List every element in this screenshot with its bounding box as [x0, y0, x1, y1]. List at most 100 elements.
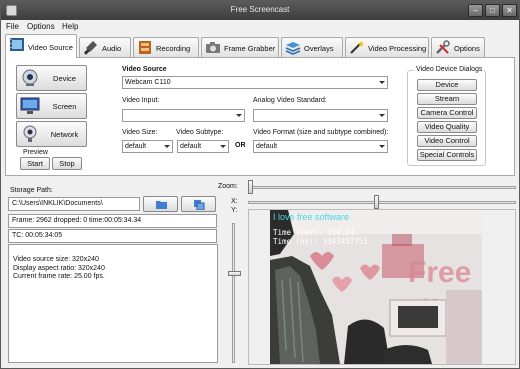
- or-label: OR: [235, 142, 246, 149]
- tab-label: Recording: [156, 44, 191, 53]
- slider-track: [248, 201, 516, 204]
- video-size-value: default: [125, 143, 147, 150]
- video-input-label: Video Input:: [122, 97, 160, 104]
- network-source-button[interactable]: Network: [16, 121, 87, 147]
- stop-button[interactable]: Stop: [52, 157, 82, 170]
- tab-video-source[interactable]: Video Source: [5, 34, 77, 58]
- overlay-title: I love free software: [273, 212, 350, 222]
- video-subtype-select[interactable]: default: [177, 140, 229, 153]
- chevron-down-icon: [220, 145, 226, 148]
- menu-options[interactable]: Options: [27, 22, 55, 31]
- dialog-device-button[interactable]: Device: [417, 79, 477, 91]
- screen-source-label: Screen: [52, 102, 77, 111]
- video-subtype-label: Video Subtype:: [176, 129, 224, 136]
- x-label: X:: [231, 198, 238, 205]
- tab-overlays[interactable]: Overlays: [281, 37, 343, 57]
- menu-file[interactable]: File: [6, 22, 19, 31]
- minimize-button[interactable]: –: [468, 4, 483, 17]
- y-label: Y:: [231, 207, 238, 214]
- x-slider-thumb[interactable]: [374, 195, 379, 209]
- open-folder-button[interactable]: [181, 196, 216, 212]
- dialog-video-quality-button[interactable]: Video Quality: [417, 121, 477, 133]
- slider-track: [232, 223, 235, 363]
- analog-standard-select[interactable]: [253, 109, 388, 122]
- y-slider-thumb[interactable]: [228, 271, 241, 276]
- network-source-label: Network: [50, 130, 79, 139]
- analog-standard-label: Analog Video Standard:: [253, 97, 327, 104]
- copy-icon: [194, 200, 205, 210]
- video-device-select[interactable]: Webcam C110: [122, 76, 388, 89]
- chevron-down-icon: [379, 81, 385, 84]
- menu-bar: File Options Help: [1, 20, 519, 34]
- start-button[interactable]: Start: [20, 157, 50, 170]
- timecode-field: TC: 00:05:34:05: [8, 229, 217, 243]
- video-subtype-value: default: [180, 143, 202, 150]
- screen-source-button[interactable]: Screen: [16, 93, 87, 119]
- folder-icon: [156, 201, 167, 209]
- tab-label: Video Processing: [368, 44, 427, 53]
- video-source-heading: Video Source: [122, 66, 167, 73]
- video-format-value: default: [256, 143, 278, 150]
- preview-group: Preview Start Stop: [16, 149, 87, 173]
- video-device-value: Webcam C110: [125, 79, 171, 86]
- title-bar[interactable]: Free Screencast – □ ✕: [1, 1, 519, 20]
- zoom-slider-thumb[interactable]: [248, 180, 253, 194]
- chevron-down-icon: [164, 145, 170, 148]
- dialog-video-control-button[interactable]: Video Control: [417, 135, 477, 147]
- frame-status-field: Frame: 2962 dropped: 0 time:00:05:34.34: [8, 214, 217, 228]
- film-reel-icon: [139, 41, 151, 54]
- magic-wand-icon: [350, 41, 364, 54]
- tab-label: Overlays: [304, 44, 334, 53]
- device-source-button[interactable]: Device: [16, 65, 87, 91]
- chevron-down-icon: [379, 145, 385, 148]
- video-source-panel: Device Screen Network Preview Start Stop…: [5, 57, 515, 176]
- tab-audio[interactable]: Audio: [79, 37, 131, 57]
- preview-group-title: Preview: [23, 149, 48, 156]
- slider-track: [248, 186, 516, 189]
- camera-icon: [206, 42, 220, 53]
- tab-label: Audio: [102, 44, 122, 53]
- monitor-icon: [20, 97, 40, 114]
- webcam-icon: [22, 69, 38, 86]
- watermark-text: Free: [408, 256, 471, 289]
- microphone-icon: [83, 41, 97, 55]
- menu-help[interactable]: Help: [62, 22, 78, 31]
- storage-path-label: Storage Path:: [10, 187, 53, 194]
- app-window: Free Screencast – □ ✕ File Options Help …: [0, 0, 520, 369]
- chevron-down-icon: [236, 114, 242, 117]
- y-slider[interactable]: [228, 223, 241, 363]
- video-input-select[interactable]: [122, 109, 245, 122]
- overlay-time-seconds: Time (sec): 334.34: [273, 228, 355, 237]
- close-button[interactable]: ✕: [502, 4, 517, 17]
- storage-path-field[interactable]: C:\Users\INKLIK\Documents\: [8, 197, 140, 211]
- tools-icon: [436, 40, 450, 54]
- network-camera-icon: [23, 125, 37, 142]
- browse-folder-button[interactable]: [143, 196, 178, 212]
- info-line: Current frame rate: 25.00 fps.: [13, 273, 105, 280]
- tab-frame-grabber[interactable]: Frame Grabber: [201, 37, 279, 57]
- info-line: Video source size: 320x240: [13, 256, 99, 263]
- dialog-special-controls-button[interactable]: Special Controls: [417, 149, 477, 161]
- device-dialogs-group: Video Device Dialogs Device Stream Camer…: [407, 66, 486, 166]
- zoom-label: Zoom:: [218, 183, 238, 190]
- dialog-camera-control-button[interactable]: Camera Control: [417, 107, 477, 119]
- tab-video-processing[interactable]: Video Processing: [345, 37, 429, 57]
- tab-label: Frame Grabber: [224, 44, 276, 53]
- device-dialogs-title: Video Device Dialogs: [414, 66, 485, 73]
- x-slider[interactable]: [248, 195, 516, 209]
- video-size-label: Video Size:: [122, 129, 158, 136]
- film-icon: [10, 38, 24, 51]
- chevron-down-icon: [379, 114, 385, 117]
- video-format-select[interactable]: default: [253, 140, 388, 153]
- tab-recording[interactable]: Recording: [133, 37, 199, 57]
- video-size-select[interactable]: default: [122, 140, 173, 153]
- zoom-slider[interactable]: [248, 180, 516, 194]
- overlay-time-nanoseconds: Time (ns): 3343457751: [273, 237, 368, 246]
- info-line: Display aspect ratio: 320x240: [13, 264, 105, 272]
- maximize-button[interactable]: □: [485, 4, 500, 17]
- tab-options[interactable]: Options: [431, 37, 485, 57]
- video-preview: Free I love free software Time (sec): 33…: [270, 210, 482, 364]
- dialog-stream-button[interactable]: Stream: [417, 93, 477, 105]
- window-title: Free Screencast: [230, 5, 290, 14]
- device-source-label: Device: [53, 74, 76, 83]
